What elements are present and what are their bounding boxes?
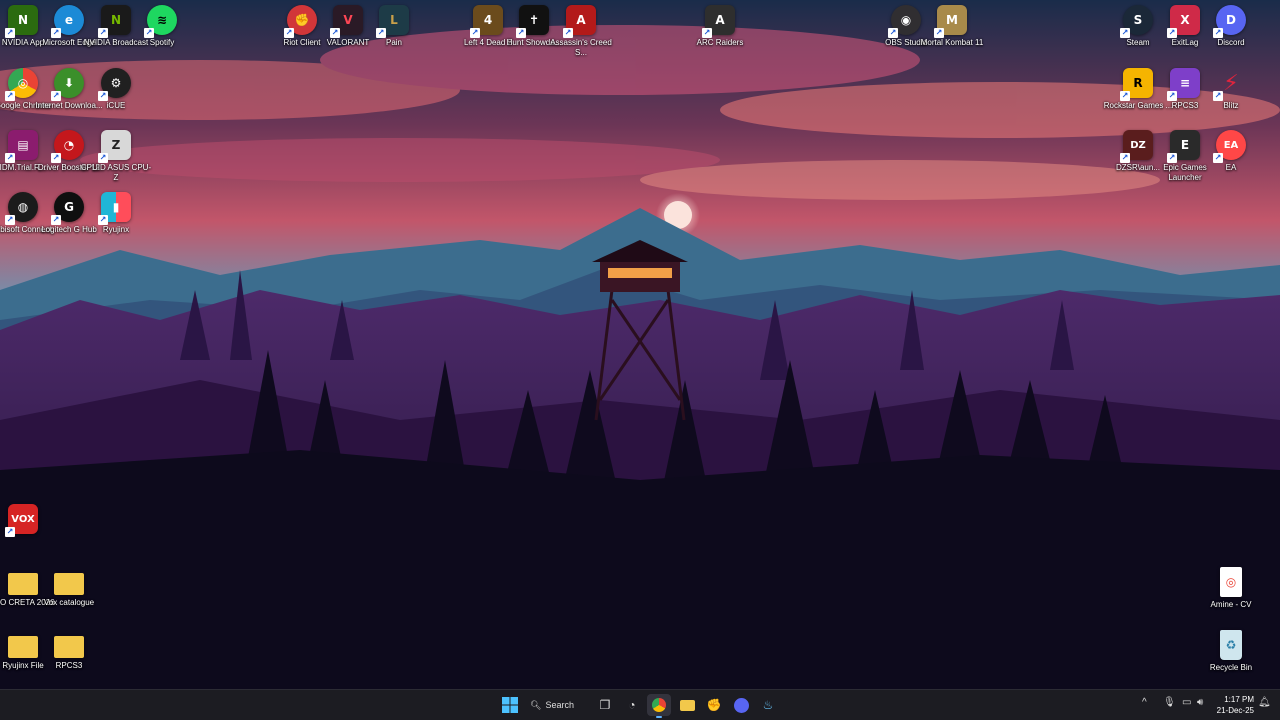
chevron-up-icon[interactable]: ^ — [1142, 697, 1147, 708]
desktop-icon-ea[interactable]: EA EA — [1195, 130, 1267, 190]
spotify-icon: ≋ — [144, 5, 177, 38]
taskbar-riot-client[interactable]: ✊ — [702, 694, 726, 716]
desktop-icon-spotify[interactable]: ≋ Spotify — [126, 5, 198, 65]
icon-label: Ryujinx — [102, 225, 130, 234]
desktop-icon-ryujinx[interactable]: ▮ Ryujinx — [80, 192, 152, 252]
recycle-bin-icon: ♻ — [1220, 630, 1242, 660]
search-icon: 🔍︎ — [530, 699, 542, 710]
desktop-folder-vox-catalogue[interactable]: Vox catalogue — [33, 567, 105, 627]
folder-icon — [54, 636, 84, 658]
taskbar: 🔍︎ Search ❐ ◔ ✊ ♨ ^ 🎙︎ ▭ 🔊︎ 1:17 PM 21-D… — [0, 689, 1280, 720]
start-button[interactable] — [498, 694, 522, 716]
desktop-file-amine-cv[interactable]: ◎ Amine - CV — [1195, 567, 1267, 627]
desktop-recycle-bin[interactable]: ♻ Recycle Bin — [1195, 630, 1267, 690]
clock-date: 21-Dec-25 — [1216, 706, 1254, 715]
notification-bell-icon[interactable]: 🔔︎ — [1258, 697, 1271, 708]
chrome-icon — [652, 698, 666, 712]
ryujinx-icon: ▮ — [98, 192, 131, 225]
icon-label: Blitz — [1223, 101, 1239, 110]
desktop-icon-blitz[interactable]: ⚡ Blitz — [1195, 68, 1267, 128]
icon-label: RPCS3 — [55, 661, 83, 670]
chrome-document-icon: ◎ — [1220, 567, 1242, 597]
desktop-icon-discord[interactable]: D Discord — [1195, 5, 1267, 65]
network-icon[interactable]: ▭ — [1182, 697, 1191, 708]
desktop-icon-vox[interactable]: VOX — [0, 504, 59, 564]
taskbar-search[interactable]: 🔍︎ Search — [530, 694, 584, 716]
icon-label: Amine - CV — [1210, 600, 1252, 609]
desktop-icon-pain[interactable]: L Pain — [358, 5, 430, 65]
task-view-icon: ❐ — [599, 698, 611, 712]
vox-icon: VOX — [5, 504, 38, 537]
folder-icon — [54, 573, 84, 595]
discord-icon — [733, 697, 749, 713]
icon-label: Spotify — [149, 38, 175, 47]
taskbar-chrome[interactable] — [647, 694, 671, 718]
mortal-kombat-icon: M — [934, 5, 967, 38]
taskbar-file-explorer[interactable] — [675, 694, 699, 716]
cpuz-icon: Z — [98, 130, 131, 163]
taskbar-clock[interactable]: 1:17 PM 21-Dec-25 — [1217, 694, 1254, 716]
desktop-wallpaper — [0, 0, 1280, 690]
icon-label: Steam — [1126, 38, 1150, 47]
steam-icon: ♨ — [762, 698, 774, 712]
taskbar-speed-app[interactable]: ◔ — [620, 694, 644, 716]
desktop-icon-arc-raiders[interactable]: A ARC Raiders — [684, 5, 756, 65]
taskbar-task-view[interactable]: ❐ — [593, 694, 617, 716]
icon-label: EA — [1225, 163, 1237, 172]
desktop-folder-rpcs3[interactable]: RPCS3 — [33, 630, 105, 690]
desktop-icon-assassins-creed[interactable]: A Assassin's Creed S... — [545, 5, 617, 65]
search-label: Search — [545, 700, 574, 710]
desktop-icon-mortal-kombat-11[interactable]: M Mortal Kombat 11 — [916, 5, 988, 65]
arc-raiders-icon: A — [702, 5, 735, 38]
windows-logo-icon — [502, 697, 518, 713]
assassins-creed-icon: A — [563, 5, 596, 38]
icon-label: Assassin's Creed S... — [550, 38, 612, 57]
ea-icon: EA — [1213, 130, 1246, 163]
microphone-icon[interactable]: 🎙︎ — [1163, 697, 1176, 708]
clock-time: 1:17 PM — [1224, 695, 1254, 704]
discord-icon: D — [1213, 5, 1246, 38]
icon-label: Vox catalogue — [43, 598, 95, 607]
riot-icon: ✊ — [706, 698, 722, 712]
icue-icon: ⚙ — [98, 68, 131, 101]
icon-label: ARC Raiders — [696, 38, 744, 47]
folder-icon — [679, 699, 695, 711]
desktop-icon-cpuz[interactable]: Z CPUID ASUS CPU-Z — [80, 130, 152, 190]
icon-label: Recycle Bin — [1209, 663, 1253, 672]
desktop-icon-icue[interactable]: ⚙ iCUE — [80, 68, 152, 128]
league-icon: L — [376, 5, 409, 38]
blitz-icon: ⚡ — [1213, 68, 1246, 101]
icon-label: Pain — [385, 38, 402, 47]
icon-label: CPUID ASUS CPU-Z — [80, 163, 152, 182]
icon-label: iCUE — [106, 101, 126, 110]
gauge-icon: ◔ — [628, 698, 636, 712]
taskbar-discord[interactable] — [729, 694, 753, 716]
icon-label: Discord — [1217, 38, 1245, 47]
icon-label: Mortal Kombat 11 — [920, 38, 984, 47]
taskbar-steam[interactable]: ♨ — [756, 694, 780, 716]
volume-icon[interactable]: 🔊︎ — [1197, 697, 1203, 708]
